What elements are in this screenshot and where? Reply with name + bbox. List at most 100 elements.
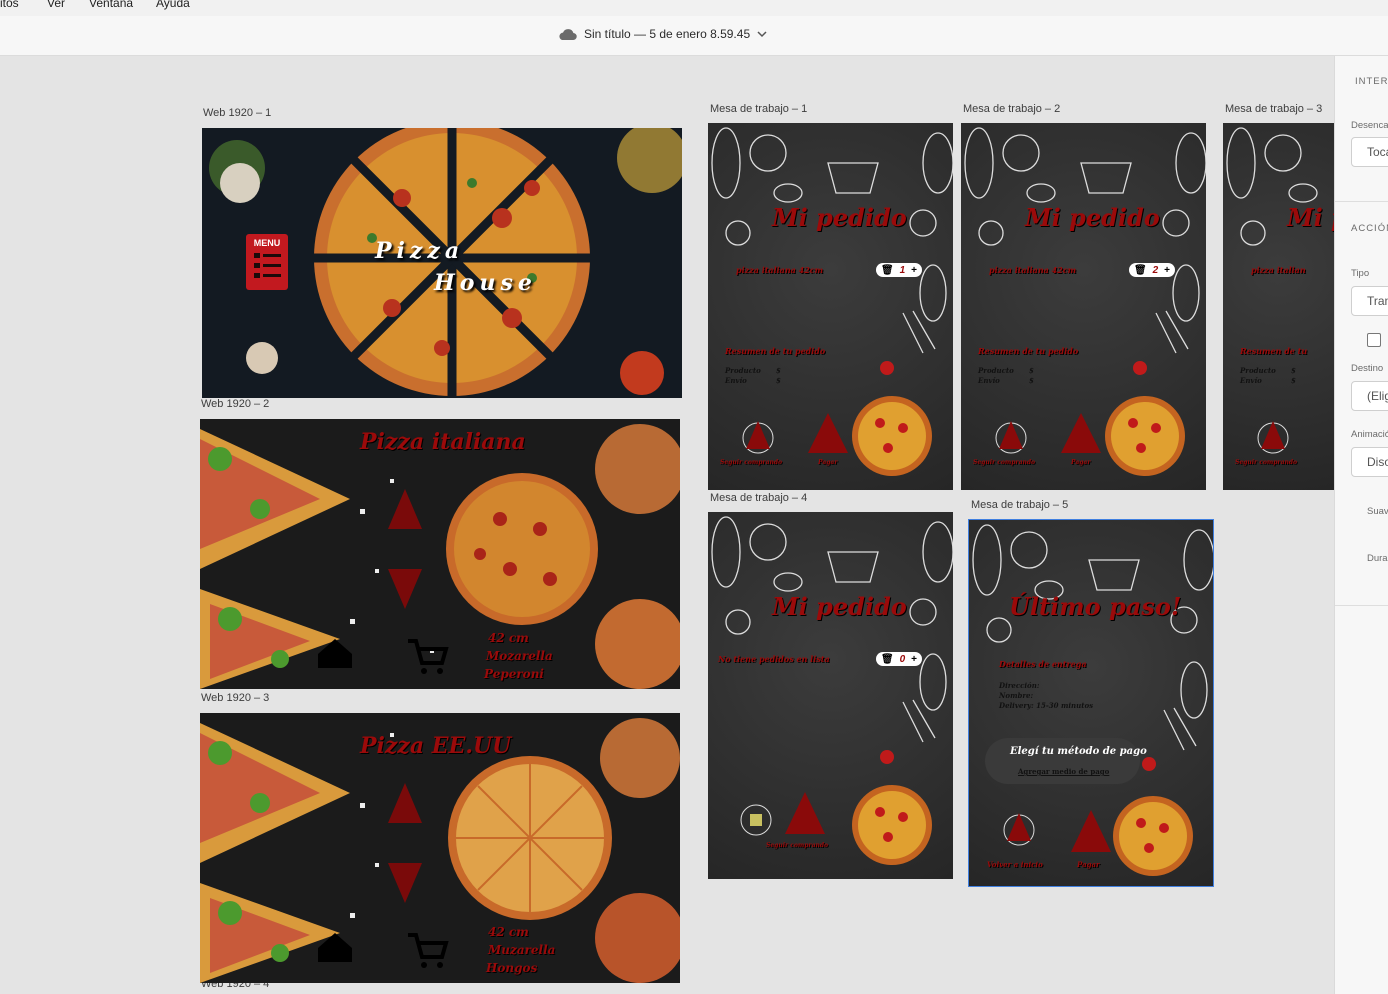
empty-order-message: No tiene pedidos en lista — [718, 654, 830, 664]
pay-button[interactable]: Pagar — [1077, 860, 1100, 869]
delivery-time: Delivery: 15-30 minutos — [999, 701, 1094, 710]
order-heading: Mi p — [1287, 203, 1334, 232]
artboard-label-web-3[interactable]: Web 1920 – 3 — [201, 692, 269, 704]
easing-label: Suavi — [1367, 506, 1388, 517]
summary-title: Resumen de tu pedido — [725, 346, 826, 356]
shipping-row-price: $ — [1029, 376, 1034, 385]
shipping-row-label: Envío — [725, 376, 747, 385]
animation-label: Animació — [1351, 429, 1388, 440]
artboard-web-1920-1[interactable]: MENU Pizza House — [202, 128, 682, 398]
artboard-web-1920-3[interactable]: Pizza EE.UU 42 cm Muzarella Hongos — [200, 713, 680, 983]
quantity-stepper[interactable]: 🗑 2 + — [1129, 263, 1175, 277]
order-item: pizza italian — [1251, 265, 1306, 275]
pay-button[interactable]: Pagar — [1071, 459, 1090, 466]
product-cheese: Muzarella — [488, 943, 556, 957]
product-cheese: Mozarella — [486, 649, 553, 663]
artboard-mesa-5[interactable]: Último paso! Detalles de entrega Direcci… — [968, 519, 1214, 887]
shipping-row-label: Envío — [978, 376, 1000, 385]
quantity-value: 2 — [1152, 264, 1159, 276]
artboard-mesa-1[interactable]: Mi pedido pizza italiana 42cm 🗑 1 + Resu… — [708, 123, 953, 490]
trash-icon[interactable]: 🗑 — [881, 654, 894, 665]
pizza-slices-image — [200, 424, 680, 689]
summary-title: Resumen de tu pedido — [978, 346, 1079, 356]
design-canvas[interactable]: Web 1920 – 1 Web 1920 – 2 Web 1920 – 3 W… — [0, 56, 1334, 994]
interaction-panel: INTERA Desenca Toca ACCIÓN Tipo Tran Des… — [1334, 56, 1388, 994]
quantity-stepper[interactable]: 🗑 1 + — [876, 263, 922, 277]
trash-icon[interactable]: 🗑 — [1134, 265, 1147, 276]
order-heading: Mi pedido — [772, 203, 907, 232]
brand-title-2: House — [434, 270, 537, 296]
plus-icon[interactable]: + — [1164, 265, 1170, 276]
menu-item-ver[interactable]: Ver — [47, 0, 65, 10]
list-icon — [254, 253, 281, 278]
payment-method-card[interactable]: Elegí tu método de pago Agregar medio de… — [985, 738, 1147, 784]
keep-shopping-button[interactable]: Seguir comprando — [766, 842, 828, 849]
document-title-text: Sin título — 5 de enero 8.59.45 — [584, 27, 751, 41]
shipping-row-price: $ — [776, 376, 781, 385]
payment-method-title: Elegí tu método de pago — [1010, 746, 1147, 757]
product-size: 42 cm — [488, 925, 529, 939]
menu-bar: ritos Ver Ventana Ayuda — [0, 0, 1388, 16]
trigger-label: Desenca — [1351, 120, 1388, 131]
artboard-web-1920-2[interactable]: Pizza italiana 42 cm Mozarella Peperoni — [200, 419, 680, 689]
doodle-background — [711, 127, 953, 476]
menu-button[interactable]: MENU — [246, 234, 288, 290]
checkbox[interactable] — [1367, 333, 1381, 347]
keep-shopping-button[interactable]: Seguir comprando — [973, 459, 1035, 466]
trash-icon[interactable]: 🗑 — [881, 265, 894, 276]
action-section-title: ACCIÓN — [1351, 223, 1388, 234]
artboard-mesa-4[interactable]: Mi pedido No tiene pedidos en lista 🗑 0 … — [708, 512, 953, 879]
add-payment-link[interactable]: Agregar medio de pago — [1018, 767, 1109, 776]
plus-icon[interactable]: + — [911, 654, 917, 665]
menu-item-ayuda[interactable]: Ayuda — [156, 0, 190, 10]
artboard-label-web-2[interactable]: Web 1920 – 2 — [201, 398, 269, 410]
destination-label: Destino — [1351, 363, 1384, 374]
doodle-background — [711, 516, 953, 865]
trigger-select[interactable]: Toca — [1351, 137, 1388, 167]
quantity-stepper[interactable]: 🗑 0 + — [876, 652, 922, 666]
doodle-background — [1226, 127, 1318, 454]
doodle-background — [964, 127, 1206, 476]
product-heading: Pizza italiana — [360, 429, 526, 455]
keep-shopping-button[interactable]: Seguir comprando — [1235, 459, 1297, 466]
menu-label: MENU — [253, 238, 281, 248]
final-step-heading: Último paso! — [1009, 592, 1182, 621]
name-label: Nombre: — [999, 691, 1034, 700]
shipping-row-price: $ — [1291, 376, 1296, 385]
interaction-section-title: INTERA — [1355, 76, 1388, 87]
type-label: Tipo — [1351, 268, 1370, 279]
artboard-mesa-2[interactable]: Mi pedido pizza italiana 42cm 🗑 2 + Resu… — [961, 123, 1206, 490]
product-row-label: Producto — [1240, 366, 1276, 375]
artboard-label-mesa-3[interactable]: Mesa de trabajo – 3 — [1225, 103, 1322, 115]
order-item: pizza italiana 42cm — [989, 265, 1077, 275]
destination-select[interactable]: (Elig — [1351, 381, 1388, 411]
brand-title-1: Pizza — [375, 238, 465, 264]
document-title[interactable]: Sin título — 5 de enero 8.59.45 — [558, 27, 767, 41]
order-item: pizza italiana 42cm — [736, 265, 824, 275]
keep-shopping-button[interactable]: Seguir comprando — [720, 459, 782, 466]
artboard-label-mesa-1[interactable]: Mesa de trabajo – 1 — [710, 103, 807, 115]
type-select[interactable]: Tran — [1351, 286, 1388, 316]
artboard-mesa-3[interactable]: Mi p pizza italian Resumen de tu Product… — [1223, 123, 1334, 490]
order-heading: Mi pedido — [772, 592, 907, 621]
product-row-label: Producto — [725, 366, 761, 375]
animation-select[interactable]: Diso — [1351, 447, 1388, 477]
delivery-details-title: Detalles de entrega — [999, 659, 1087, 669]
menu-item-ventana[interactable]: Ventana — [89, 0, 133, 10]
product-topping: Hongos — [486, 961, 538, 975]
summary-title: Resumen de tu — [1240, 346, 1308, 356]
artboard-label-web-1[interactable]: Web 1920 – 1 — [203, 107, 271, 119]
product-row-price: $ — [1029, 366, 1034, 375]
menu-item-partial[interactable]: ritos — [0, 0, 19, 10]
cloud-icon — [559, 28, 577, 40]
chevron-down-icon[interactable] — [757, 30, 767, 38]
artboard-label-mesa-4[interactable]: Mesa de trabajo – 4 — [710, 492, 807, 504]
artboard-label-mesa-5[interactable]: Mesa de trabajo – 5 — [971, 499, 1068, 511]
back-home-button[interactable]: Volver a inicio — [987, 860, 1043, 869]
product-row-price: $ — [1291, 366, 1296, 375]
pay-button[interactable]: Pagar — [818, 459, 837, 466]
product-size: 42 cm — [488, 631, 529, 645]
artboard-label-mesa-2[interactable]: Mesa de trabajo – 2 — [963, 103, 1060, 115]
plus-icon[interactable]: + — [911, 265, 917, 276]
divider — [1335, 605, 1388, 606]
